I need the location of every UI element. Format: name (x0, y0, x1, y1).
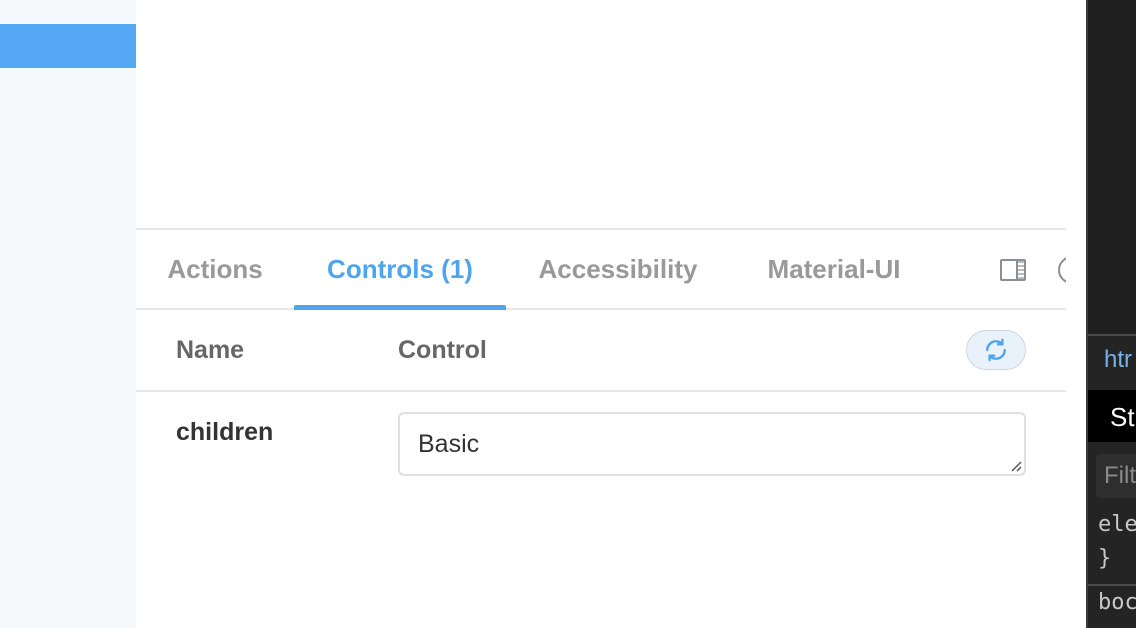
main-panel: Actions Controls (1) Accessibility Mater… (136, 0, 1066, 628)
tab-controls[interactable]: Controls (1) (294, 230, 506, 310)
tab-material-ui-label: Material-UI (767, 253, 901, 284)
refresh-icon (986, 338, 1006, 362)
children-text-control[interactable]: Basic (398, 412, 1026, 476)
resize-handle-icon[interactable] (1008, 458, 1022, 472)
devtools-breadcrumb[interactable]: htr (1104, 346, 1132, 374)
column-header-control: Control (398, 335, 487, 364)
devtools-code-line: boc (1098, 590, 1136, 615)
devtools-divider (1088, 584, 1136, 586)
devtools-panel: htr St Filt ele } boc (1066, 0, 1136, 628)
devtools-code-line: } (1098, 546, 1112, 571)
sidebar-selected-item[interactable] (0, 24, 136, 68)
tab-material-ui[interactable]: Material-UI (744, 230, 924, 308)
row-name-children: children (176, 418, 274, 446)
tab-actions-label: Actions (167, 253, 263, 284)
sidebar (0, 0, 136, 628)
tab-accessibility[interactable]: Accessibility (516, 230, 720, 308)
children-value: Basic (418, 430, 480, 458)
column-header-name: Name (176, 335, 245, 364)
tab-controls-label: Controls (1) (327, 253, 473, 284)
tab-accessibility-label: Accessibility (538, 253, 698, 284)
table-row: children Basic (136, 392, 1066, 502)
reset-controls-button[interactable] (966, 330, 1026, 370)
panel-toggle-icon[interactable] (1000, 259, 1026, 281)
addons-tabbar: Actions Controls (1) Accessibility Mater… (136, 230, 1066, 310)
devtools-code-line: ele (1098, 512, 1136, 537)
storybook-window: Actions Controls (1) Accessibility Mater… (0, 0, 1136, 628)
story-preview-canvas (136, 0, 1066, 230)
devtools-tab-styles[interactable]: St (1110, 402, 1135, 433)
devtools-filter-placeholder: Filt (1104, 462, 1136, 489)
devtools-dark-area: htr St Filt ele } boc (1086, 0, 1136, 628)
tab-actions[interactable]: Actions (146, 230, 284, 308)
controls-table-header: Name Control (136, 310, 1066, 392)
devtools-elements-pane (1088, 0, 1136, 336)
